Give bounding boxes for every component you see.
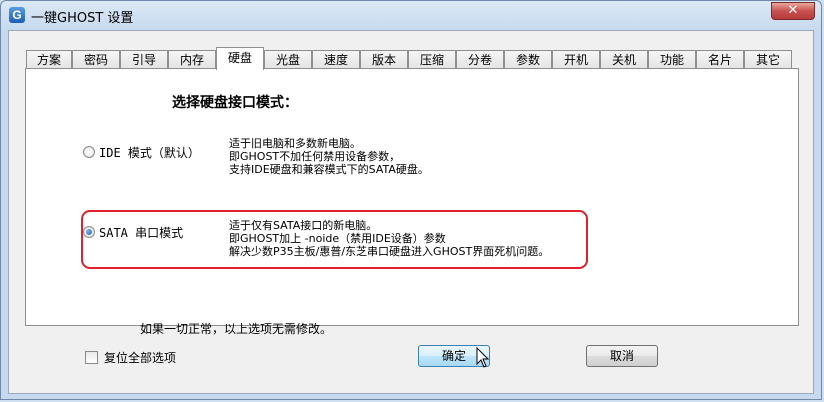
sata-mode-radio[interactable]	[83, 226, 95, 238]
sata-mode-label[interactable]: SATA 串口模式	[99, 224, 183, 241]
tab-other[interactable]: 其它	[744, 50, 792, 69]
tab-version[interactable]: 版本	[360, 50, 408, 69]
tab-speed[interactable]: 速度	[312, 50, 360, 69]
tab-shutdown[interactable]: 关机	[600, 50, 648, 69]
tab-boot[interactable]: 引导	[120, 50, 168, 69]
close-button[interactable]: ✕	[771, 2, 815, 20]
ide-mode-radio[interactable]	[83, 146, 95, 158]
tab-business-card[interactable]: 名片	[696, 50, 744, 69]
panel-heading: 选择硬盘接口模式：	[172, 95, 298, 111]
client-area: 方案 密码 引导 内存 硬盘 光盘 速度 版本 压缩 分卷 参数 开机 关机 功…	[8, 30, 814, 394]
panel-note: 如果一切正常，以上选项无需修改。	[140, 322, 333, 336]
ide-desc-line-2: 即GHOST不加任何禁用设备参数，	[229, 150, 401, 163]
ghost-app-icon: G	[9, 7, 25, 23]
tab-startup[interactable]: 开机	[552, 50, 600, 69]
sata-desc-line-3: 解决少数P35主板/惠普/东芝串口硬盘进入GHOST界面死机问题。	[229, 245, 550, 258]
tab-harddisk[interactable]: 硬盘	[216, 47, 264, 70]
sata-desc-line-2: 即GHOST加上 -noide（禁用IDE设备）参数	[229, 232, 446, 245]
reset-all-label[interactable]: 复位全部选项	[104, 349, 176, 366]
title-bar[interactable]: G 一键GHOST 设置 ✕	[1, 1, 821, 29]
tab-scheme[interactable]: 方案	[26, 50, 72, 69]
settings-window: G 一键GHOST 设置 ✕ 方案 密码 引导 内存 硬盘 光盘 速度 版本 压…	[0, 0, 822, 400]
tab-password[interactable]: 密码	[72, 50, 120, 69]
tab-features[interactable]: 功能	[648, 50, 696, 69]
harddisk-tab-panel: 选择硬盘接口模式： IDE 模式（默认） 适于旧电脑和多数新电脑。 即GHOST…	[25, 68, 799, 336]
mouse-cursor-icon	[476, 347, 490, 368]
tab-cdrom[interactable]: 光盘	[264, 50, 312, 69]
tab-split[interactable]: 分卷	[456, 50, 504, 69]
tab-memory[interactable]: 内存	[168, 50, 216, 69]
sata-desc-line-1: 适于仅有SATA接口的新电脑。	[229, 219, 378, 232]
window-title: 一键GHOST 设置	[31, 11, 134, 26]
tab-compression[interactable]: 压缩	[408, 50, 456, 69]
tab-parameters[interactable]: 参数	[504, 50, 552, 69]
ide-desc-line-3: 支持IDE硬盘和兼容模式下的SATA硬盘。	[229, 163, 429, 176]
ide-mode-label[interactable]: IDE 模式（默认）	[99, 144, 200, 161]
cancel-button[interactable]: 取消	[586, 345, 658, 367]
reset-all-checkbox[interactable]	[85, 351, 98, 364]
ide-desc-line-1: 适于旧电脑和多数新电脑。	[229, 137, 361, 150]
